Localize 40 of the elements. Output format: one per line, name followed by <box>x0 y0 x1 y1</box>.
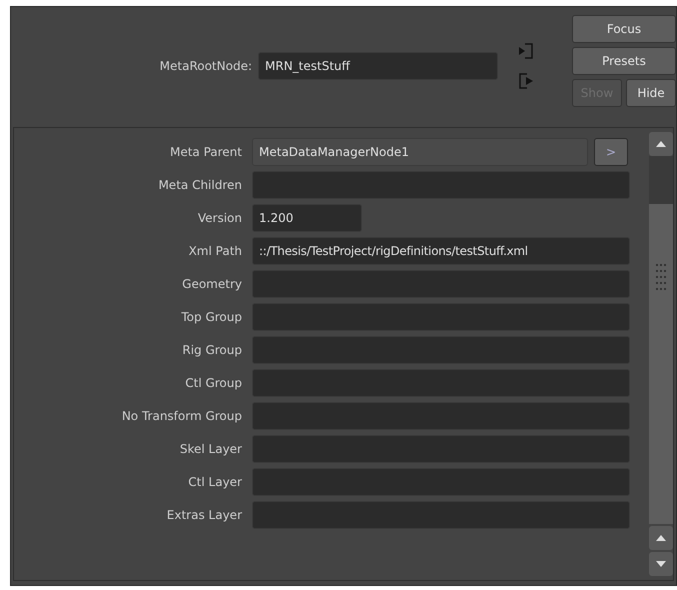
input-connection-icon[interactable] <box>518 43 534 59</box>
presets-button[interactable]: Presets <box>572 47 676 75</box>
input-field[interactable] <box>252 270 630 298</box>
navigate-button[interactable]: > <box>594 138 628 166</box>
up-arrow-icon <box>656 141 666 147</box>
field-label: No Transform Group <box>120 408 243 425</box>
root-node-field[interactable]: MRN_testStuff <box>258 52 498 80</box>
scroll-thumb[interactable] <box>649 204 673 524</box>
field-label: Meta Children <box>157 177 243 194</box>
hide-button[interactable]: Hide <box>626 79 676 107</box>
input-field[interactable] <box>252 171 630 199</box>
down-arrow-icon <box>656 561 666 567</box>
field-label: Skel Layer <box>178 441 243 458</box>
input-field[interactable] <box>252 303 630 331</box>
field-label: Version <box>196 210 243 227</box>
input-field[interactable] <box>252 336 630 364</box>
field-label: Geometry <box>181 276 243 293</box>
field-label: Ctl Group <box>184 375 243 392</box>
input-field[interactable] <box>252 501 630 529</box>
input-field[interactable]: 1.200 <box>252 204 362 232</box>
field-label: Xml Path <box>188 243 243 260</box>
scroll-up-button[interactable] <box>649 132 673 156</box>
field-label: Meta Parent <box>168 144 243 161</box>
field-label: Rig Group <box>181 342 243 359</box>
field-label: Extras Layer <box>166 507 243 524</box>
grip-icon <box>656 264 666 292</box>
input-field[interactable]: MetaDataManagerNode1 <box>252 138 588 166</box>
input-field[interactable] <box>252 402 630 430</box>
input-field[interactable]: ::/Thesis/TestProject/rigDefinitions/testStuff.xml <box>252 237 630 265</box>
scroll-up-button[interactable] <box>649 526 673 550</box>
field-label: Ctl Layer <box>187 474 243 491</box>
field-label: Top Group <box>180 309 243 326</box>
scroll-down-button[interactable] <box>649 552 673 576</box>
output-connection-icon[interactable] <box>518 73 534 89</box>
field-label: MetaRootNode: <box>158 58 253 75</box>
focus-button[interactable]: Focus <box>572 15 676 43</box>
input-field[interactable] <box>252 369 630 397</box>
up-arrow-icon <box>656 535 666 541</box>
input-field[interactable] <box>252 468 630 496</box>
input-field[interactable] <box>252 435 630 463</box>
